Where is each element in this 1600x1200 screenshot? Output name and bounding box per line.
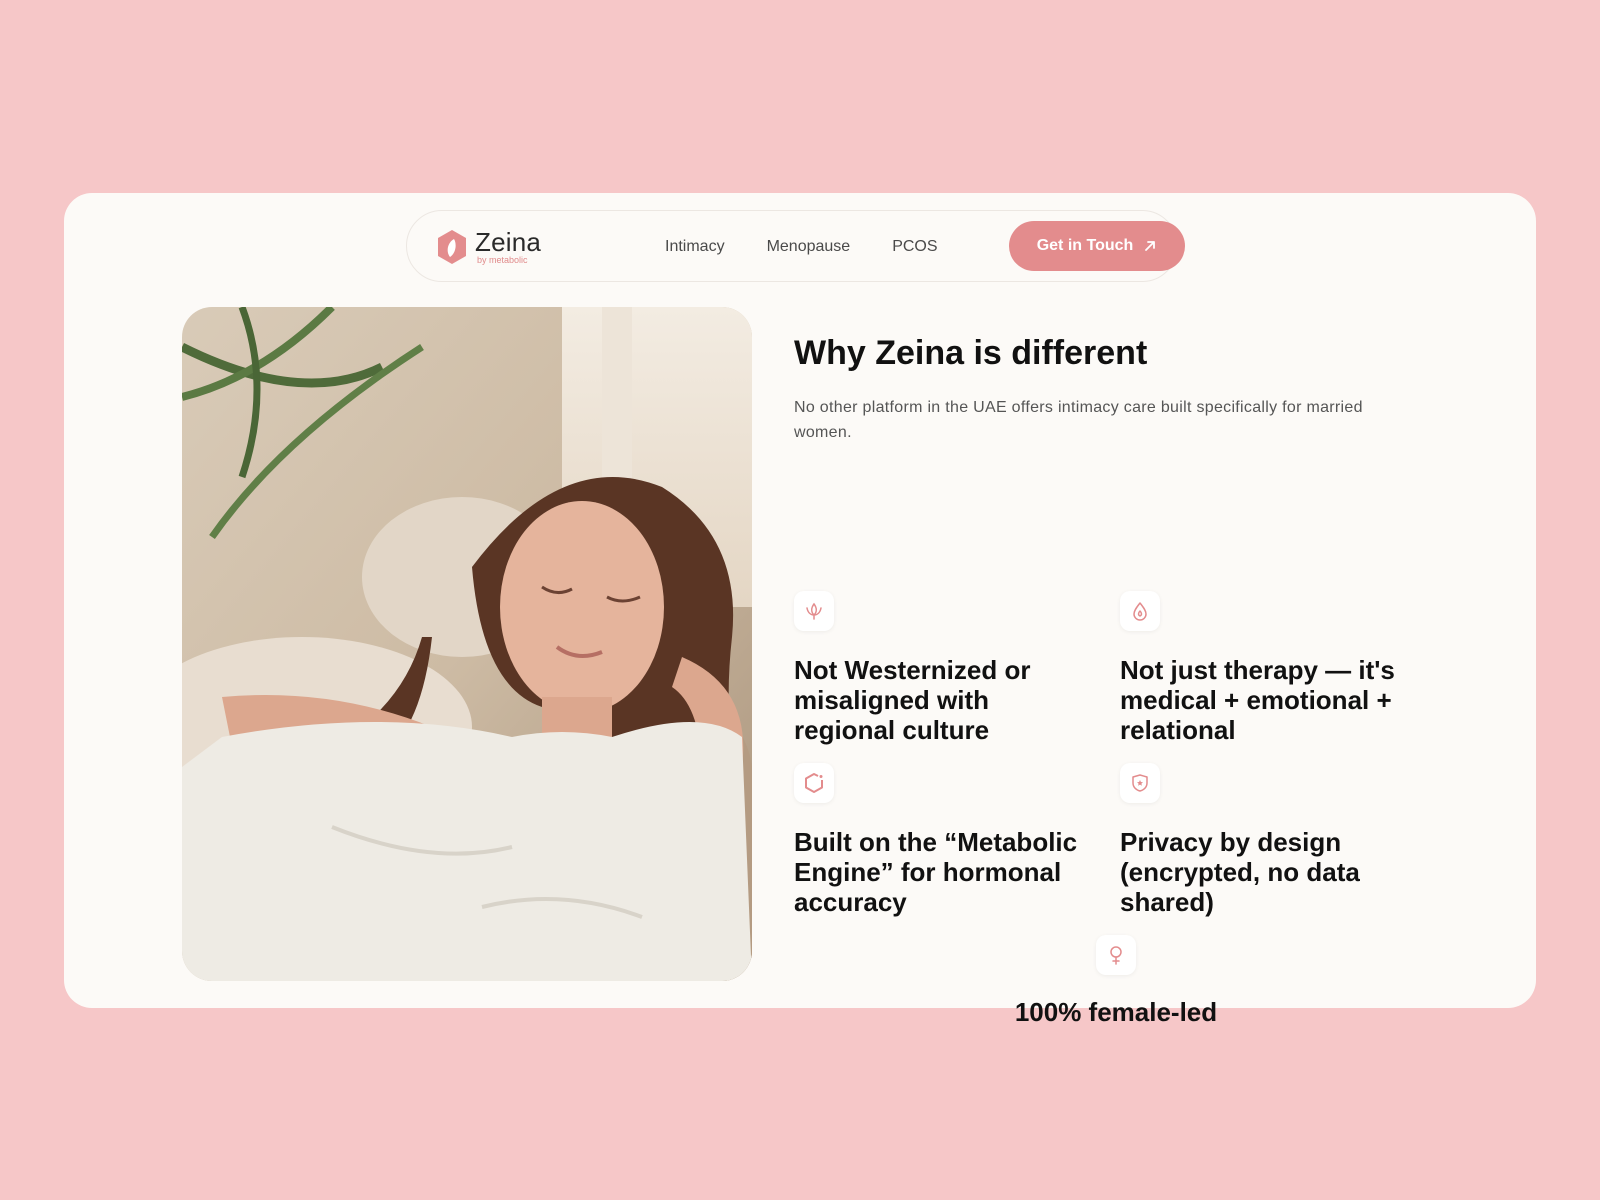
get-in-touch-label: Get in Touch [1036, 237, 1134, 254]
top-navbar: Zeina by metabolic Intimacy Menopause PC… [406, 210, 1185, 283]
hero-photo [182, 307, 752, 981]
main-card: Zeina by metabolic Intimacy Menopause PC… [64, 193, 1536, 1027]
hexagon-icon [794, 763, 834, 803]
get-in-touch-button[interactable]: Get in Touch [1009, 221, 1185, 271]
nav-link-menopause[interactable]: Menopause [767, 238, 851, 256]
section-subtitle: No other platform in the UAE offers inti… [794, 399, 1363, 441]
feature-text: Not just therapy — it's medical + emotio… [1120, 655, 1395, 745]
arrow-up-right-icon [1145, 241, 1156, 251]
female-icon [1096, 935, 1136, 975]
woman-relaxing-illustration [182, 307, 752, 981]
nav-link-pcos[interactable]: PCOS [892, 238, 937, 256]
section-title: Why Zeina is different [794, 334, 1148, 372]
lotus-icon [794, 591, 834, 631]
flame-icon [1120, 591, 1160, 631]
feature-medical: Not just therapy — it's medical + emotio… [1120, 591, 1420, 745]
nav-links: Intimacy Menopause PCOS [665, 211, 980, 283]
brand-sub: by metabolic [477, 255, 528, 265]
feature-metabolic: Built on the “Metabolic Engine” for horm… [794, 763, 1094, 917]
feature-text: 100% female-led [1014, 997, 1218, 1027]
nav-link-intimacy[interactable]: Intimacy [665, 238, 725, 256]
why-zeina-section: Why Zeina is different No other platform… [794, 333, 1434, 1027]
shield-icon [1120, 763, 1160, 803]
feature-culture: Not Westernized or misaligned with regio… [794, 591, 1094, 745]
feature-text: Built on the “Metabolic Engine” for horm… [794, 827, 1078, 917]
feature-text: Privacy by design (encrypted, no data sh… [1120, 827, 1360, 917]
brand-logo[interactable]: Zeina by metabolic [435, 225, 541, 269]
feature-text: Not Westernized or misaligned with regio… [794, 655, 1031, 745]
feature-female-led: 100% female-led [966, 935, 1266, 1027]
brand-name: Zeina [475, 227, 542, 257]
logo-hexagon-icon [438, 230, 466, 264]
feature-privacy: Privacy by design (encrypted, no data sh… [1120, 763, 1420, 917]
